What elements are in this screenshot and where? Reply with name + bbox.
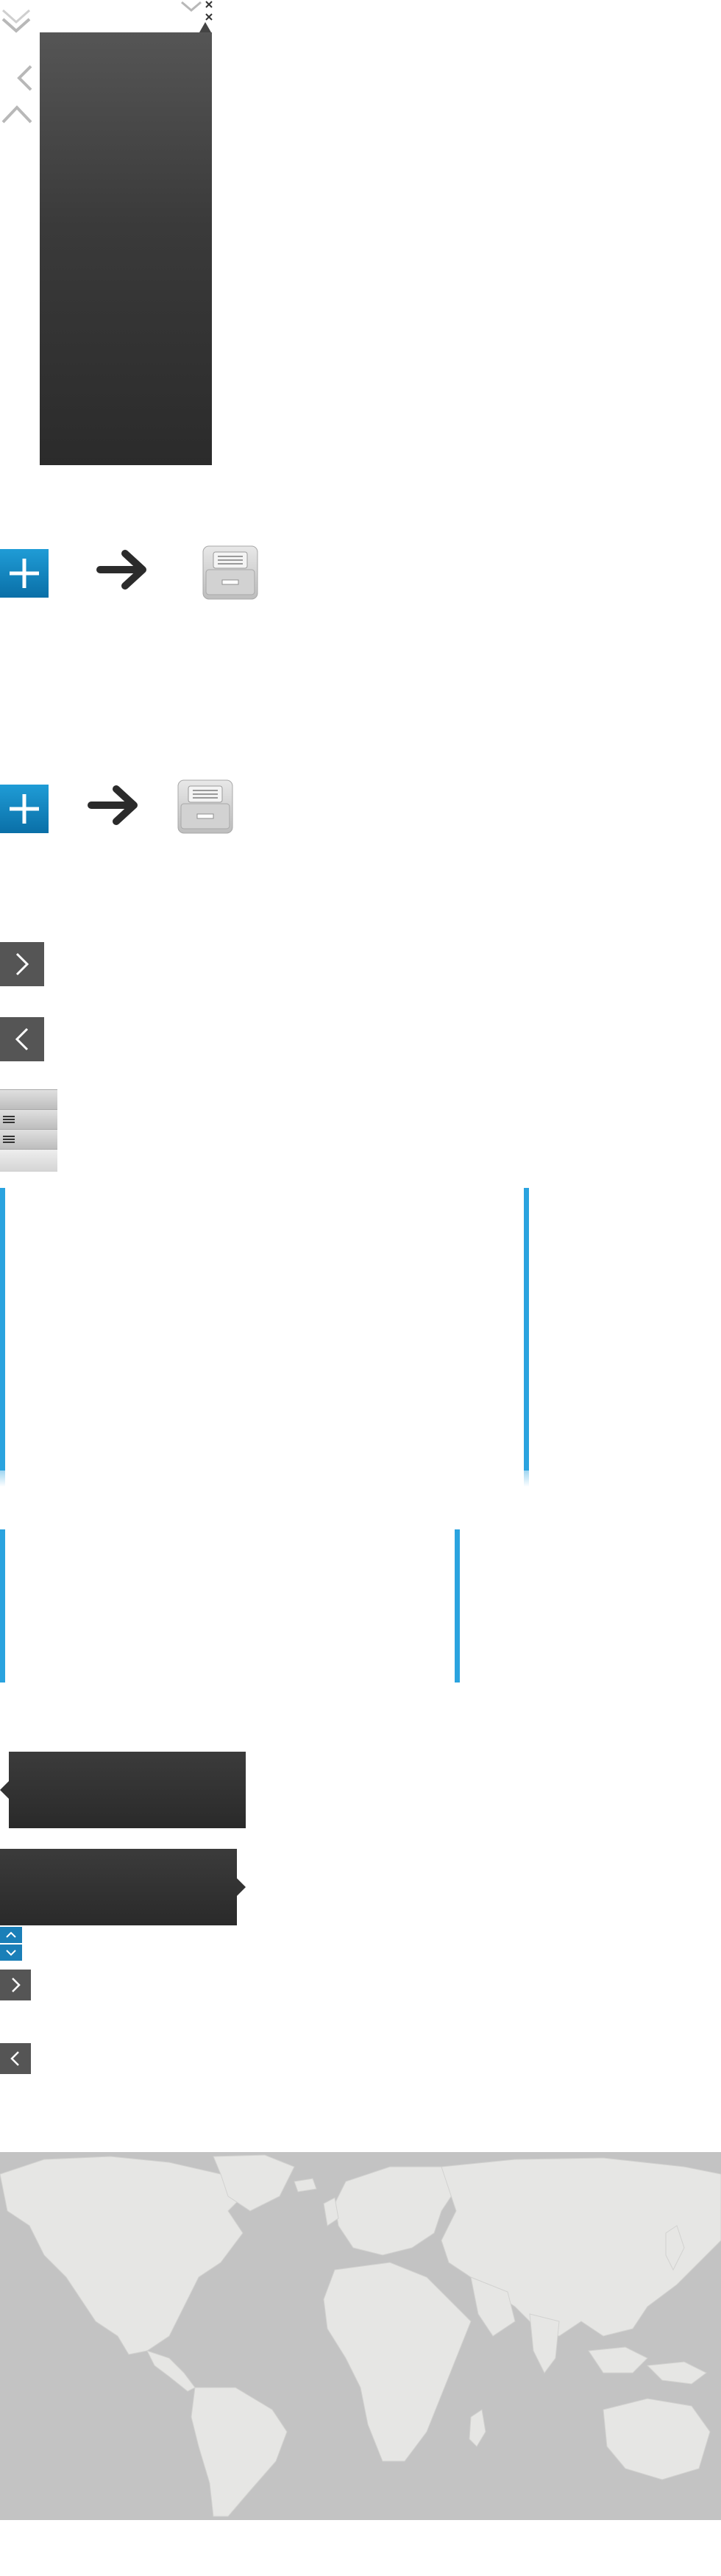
- accent-bar: [455, 1529, 460, 1682]
- tooltip-arrow: [237, 1878, 246, 1896]
- plus-icon: [10, 794, 39, 824]
- chevron-left-icon: [15, 1027, 29, 1051]
- spinner-up-button[interactable]: [0, 1927, 22, 1943]
- archive-cabinet-icon[interactable]: [200, 543, 260, 602]
- world-map-landmass: [0, 2154, 721, 2517]
- list-icon: [3, 1116, 15, 1123]
- chevron-down-icon: [0, 9, 32, 41]
- tooltip-left-pointer: [9, 1752, 246, 1828]
- world-map[interactable]: [0, 2152, 721, 2520]
- chevron-up-icon: [6, 1931, 16, 1938]
- chevron-down-icon: [6, 1950, 16, 1956]
- close-icon[interactable]: [205, 13, 213, 21]
- archive-cabinet-icon[interactable]: [175, 777, 235, 836]
- chevron-left-icon: [15, 63, 34, 93]
- add-button[interactable]: [0, 549, 49, 598]
- small-next-button[interactable]: [0, 1970, 31, 2000]
- add-button[interactable]: [0, 785, 49, 833]
- tooltip-right-pointer: [0, 1849, 237, 1925]
- accent-bar: [0, 1529, 5, 1682]
- accent-bar: [524, 1188, 529, 1487]
- arrow-right-icon: [96, 548, 150, 592]
- list-strip-row[interactable]: [0, 1129, 57, 1149]
- list-strip-row: [0, 1149, 57, 1172]
- spinner-down-button[interactable]: [0, 1945, 22, 1961]
- list-strip-row[interactable]: [0, 1109, 57, 1129]
- tooltip-arrow: [0, 1781, 9, 1799]
- next-button[interactable]: [0, 942, 44, 986]
- chevron-down-icon: [180, 0, 203, 13]
- small-previous-button[interactable]: [0, 2043, 31, 2074]
- list-strip-row: [0, 1089, 57, 1109]
- chevron-right-icon: [12, 1978, 21, 1992]
- previous-button[interactable]: [0, 1017, 44, 1061]
- arrow-right-icon: [87, 783, 141, 827]
- plus-icon: [10, 559, 39, 588]
- chevron-left-icon: [10, 2051, 19, 2066]
- dark-panel: [40, 32, 212, 465]
- close-icon[interactable]: [205, 0, 213, 9]
- list-icon: [3, 1136, 15, 1143]
- chevron-right-icon: [15, 952, 29, 976]
- accent-bar: [0, 1188, 5, 1487]
- chevron-up-icon: [0, 103, 34, 125]
- popover-notch: [199, 22, 211, 32]
